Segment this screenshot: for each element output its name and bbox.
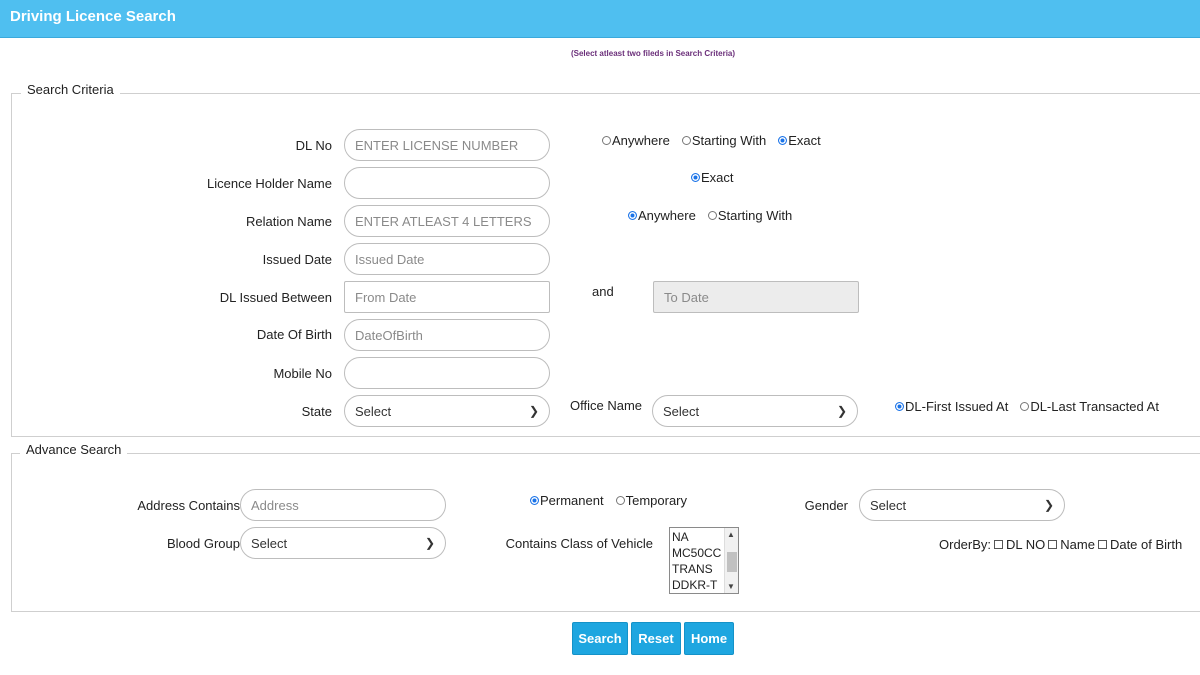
to-date-input[interactable] [653,281,859,313]
state-select[interactable]: Select ❯ [344,395,550,427]
issued-date-label: Issued Date [262,252,332,267]
home-button[interactable]: Home [684,622,734,655]
dob-label: Date Of Birth [256,327,332,342]
mobile-input[interactable] [344,357,550,389]
vehicle-class-option[interactable]: NA [672,529,689,545]
chevron-down-icon: ❯ [528,404,539,418]
radio-circle [1020,402,1030,411]
dl-issued-between-label: DL Issued Between [219,290,332,305]
advance-search-box [11,453,1200,612]
from-date-input[interactable] [344,281,550,313]
gender-select[interactable]: Select ❯ [859,489,1065,521]
order-dl-no-label: DL NO [1006,537,1046,552]
radio-label: Starting With [717,208,793,223]
radio-anywhere[interactable]: Anywhere [602,133,670,148]
radio-circle-checked [895,402,904,411]
order-dl-no-checkbox[interactable] [994,540,1004,549]
mobile-label: Mobile No [273,366,332,381]
order-by-group: OrderBy: DL NO Name Date of Birth [939,537,1182,552]
radio-circle-checked [691,173,700,182]
radio-circle [602,136,611,145]
scroll-thumb[interactable] [727,552,737,572]
office-type-radios: DL-First Issued At DL-Last Transacted At [895,399,1171,414]
search-note: (Select atleast two fileds in Search Cri… [570,49,736,58]
radio-label: Temporary [625,493,688,508]
state-label: State [301,404,332,419]
office-label: Office Name [570,398,643,413]
gender-select-value: Select [870,497,907,513]
dl-no-input[interactable] [344,129,550,161]
holder-name-label: Licence Holder Name [206,176,332,191]
address-label: Address Contains [137,498,240,513]
radio-permanent[interactable]: Permanent [530,493,604,508]
state-select-value: Select [355,403,392,419]
chevron-down-icon: ❯ [424,536,435,550]
radio-label: Anywhere [612,133,670,148]
radio-circle [707,211,717,220]
blood-group-select-value: Select [251,535,288,551]
address-input[interactable] [240,489,446,521]
issued-date-input[interactable] [344,243,550,275]
radio-label: Permanent [540,493,604,508]
dob-input[interactable] [344,319,550,351]
radio-anywhere[interactable]: Anywhere [628,208,696,223]
radio-last-transacted[interactable]: DL-Last Transacted At [1020,399,1159,414]
search-button[interactable]: Search [572,622,628,655]
radio-circle [615,496,625,505]
relation-name-input[interactable] [344,205,550,237]
vehicle-class-option[interactable]: DDKR-T [672,577,717,593]
radio-label: DL-First Issued At [905,399,1009,414]
relation-name-match-radios: Anywhere Starting With [628,208,804,223]
radio-label: DL-Last Transacted At [1030,399,1159,414]
radio-starting-with[interactable]: Starting With [707,208,793,223]
radio-label: Starting With [691,133,767,148]
blood-group-select[interactable]: Select ❯ [240,527,446,559]
radio-label: Anywhere [638,208,696,223]
relation-name-label: Relation Name [246,214,332,229]
and-label: and [592,284,614,299]
radio-label: Exact [701,170,734,185]
reset-button[interactable]: Reset [631,622,681,655]
radio-temporary[interactable]: Temporary [615,493,688,508]
radio-exact[interactable]: Exact [778,133,821,148]
vehicle-class-label: Contains Class of Vehicle [505,536,653,551]
chevron-down-icon: ❯ [1043,498,1054,512]
radio-circle-checked [530,496,539,505]
dl-no-label: DL No [295,138,332,153]
radio-label: Exact [788,133,821,148]
order-name-checkbox[interactable] [1048,540,1058,549]
radio-circle-checked [628,211,637,220]
holder-name-input[interactable] [344,167,550,199]
holder-name-match-radios: Exact [691,170,746,185]
scroll-down-icon[interactable]: ▼ [727,582,735,591]
search-criteria-legend: Search Criteria [21,82,120,97]
vehicle-class-listbox[interactable]: NA MC50CC TRANS DDKR-T ▲ ▼ [669,527,739,594]
vehicle-class-option[interactable]: MC50CC [672,545,721,561]
note-wrapper: (Select atleast two fileds in Search Cri… [0,0,1200,60]
order-dob-label: Date of Birth [1109,537,1183,552]
office-select[interactable]: Select ❯ [652,395,858,427]
radio-circle-checked [778,136,788,145]
blood-group-label: Blood Group [167,536,240,551]
vehicle-class-option[interactable]: TRANS [672,561,713,577]
scroll-up-icon[interactable]: ▲ [727,530,735,539]
advance-search-legend: Advance Search [20,442,128,457]
radio-first-issued[interactable]: DL-First Issued At [895,399,1008,414]
gender-label: Gender [804,498,848,513]
dl-no-match-radios: Anywhere Starting With Exact [602,133,833,148]
order-dob-checkbox[interactable] [1097,540,1107,549]
radio-exact[interactable]: Exact [691,170,734,185]
order-name-label: Name [1060,537,1095,552]
address-type-radios: Permanent Temporary [530,493,699,508]
radio-circle [681,136,691,145]
radio-starting-with[interactable]: Starting With [681,133,767,148]
office-select-value: Select [663,403,700,419]
chevron-down-icon: ❯ [836,404,847,418]
order-by-label: OrderBy: [939,537,992,552]
listbox-scrollbar[interactable]: ▲ ▼ [724,528,738,593]
